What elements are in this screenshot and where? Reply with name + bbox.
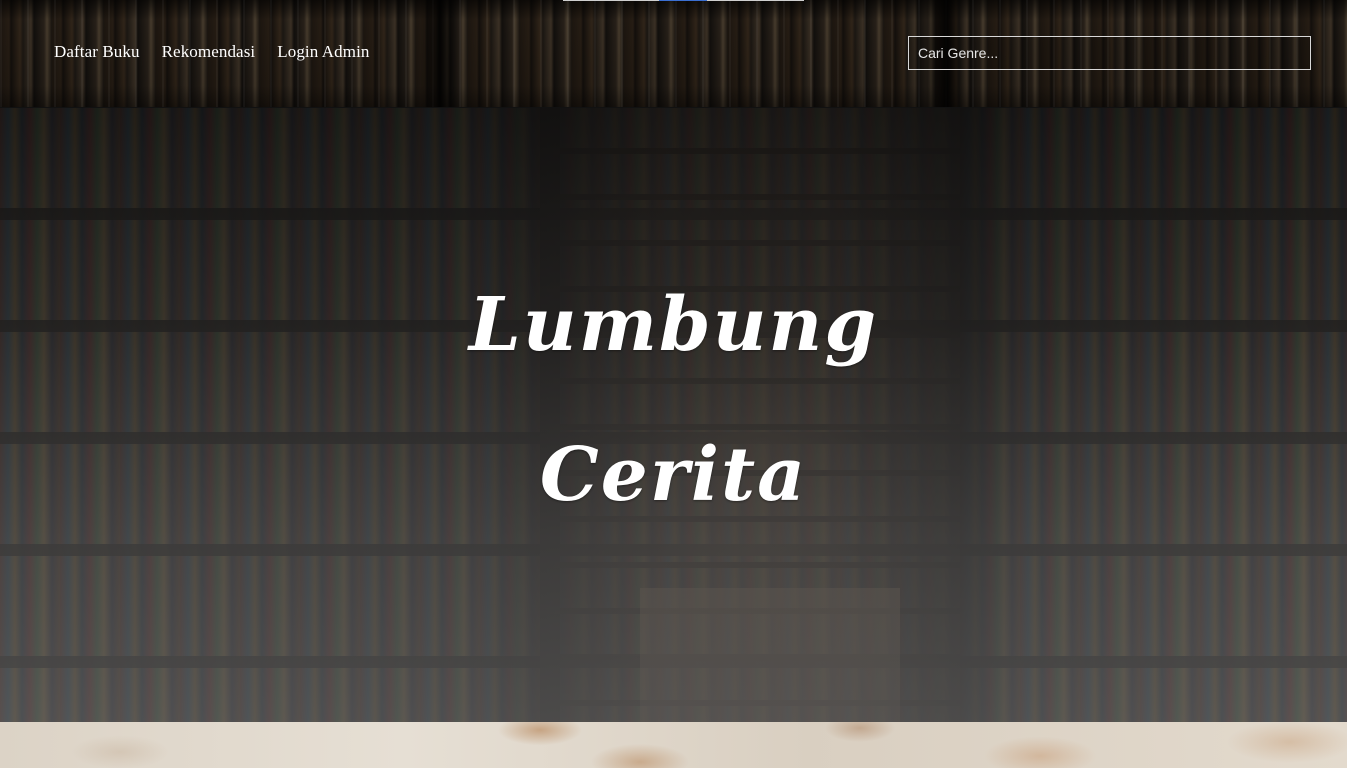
genre-search-input[interactable] — [909, 37, 1310, 69]
shelf-post — [420, 0, 460, 107]
hero-section: Lumbung Cerita — [0, 108, 1347, 722]
main-nav: Daftar Buku Rekomendasi Login Admin — [54, 42, 370, 62]
top-progress-active-segment — [659, 0, 707, 1]
nav-link-login-admin[interactable]: Login Admin — [277, 42, 369, 62]
site-title-line-2: Cerita — [539, 431, 808, 518]
genre-search-box — [908, 36, 1311, 70]
top-navbar: Daftar Buku Rekomendasi Login Admin — [0, 0, 1347, 108]
nav-link-rekomendasi[interactable]: Rekomendasi — [162, 42, 256, 62]
site-title-line-1: Lumbung — [468, 281, 879, 368]
nav-link-daftar-buku[interactable]: Daftar Buku — [54, 42, 140, 62]
site-title: Lumbung Cerita — [0, 250, 1347, 550]
top-progress-indicator — [563, 0, 804, 1]
paper-texture-section — [0, 722, 1347, 768]
